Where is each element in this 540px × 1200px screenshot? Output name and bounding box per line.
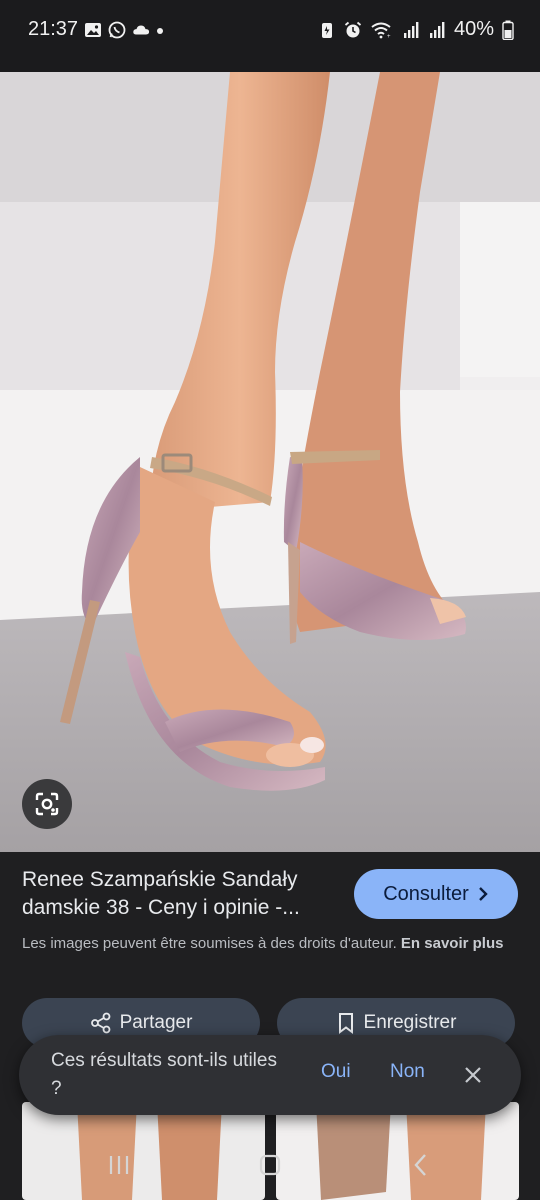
copyright-notice: Les images peuvent être soumises à des d… [22, 932, 522, 955]
chevron-right-icon [478, 887, 488, 901]
bookmark-icon [338, 1013, 353, 1034]
back-button[interactable] [401, 1150, 441, 1180]
gallery-icon [85, 23, 101, 37]
svg-text:+: + [387, 34, 391, 39]
feedback-no-button[interactable]: Non [390, 1061, 425, 1083]
feedback-question: Ces résultats sont-ils utiles ? [51, 1050, 277, 1099]
learn-more-link[interactable]: En savoir plus [401, 935, 504, 952]
close-icon[interactable] [461, 1063, 485, 1087]
cloud-icon [133, 25, 150, 35]
result-title[interactable]: Renee Szampańskie Sandały damskie 38 - C… [22, 866, 342, 922]
share-icon [90, 1012, 110, 1034]
system-navigation-bar [0, 1130, 540, 1200]
copyright-text: Les images peuvent être soumises à des d… [22, 935, 397, 952]
battery-percentage: 40% [453, 18, 494, 40]
sandal-photo [0, 72, 540, 852]
home-icon [259, 1154, 281, 1176]
share-label: Partager [119, 1012, 193, 1033]
visit-button[interactable]: Consulter [354, 869, 518, 919]
battery-saver-icon [321, 22, 332, 38]
result-image[interactable] [0, 72, 540, 852]
status-system-icons: + 40% [318, 18, 514, 41]
save-label: Enregistrer [363, 1012, 457, 1033]
feedback-prompt: Ces résultats sont-ils utiles ? Oui Non [19, 1035, 521, 1115]
alarm-icon [344, 21, 362, 37]
lens-icon [35, 792, 59, 816]
lens-search-button[interactable] [22, 779, 72, 829]
wifi-icon: + [371, 22, 391, 39]
signal-icon [403, 21, 419, 38]
whatsapp-icon [108, 21, 126, 39]
signal-icon [429, 21, 445, 38]
battery-icon [502, 20, 514, 40]
recent-apps-button[interactable] [99, 1150, 139, 1180]
dot-icon [157, 28, 163, 34]
back-icon [414, 1154, 426, 1176]
status-bar: 21:37 + 40% [0, 0, 540, 72]
feedback-yes-button[interactable]: Oui [321, 1061, 351, 1083]
recent-apps-icon [109, 1156, 129, 1174]
status-time: 21:37 [28, 18, 79, 40]
visit-label: Consulter [383, 882, 469, 905]
status-notification-icons [84, 21, 164, 39]
home-button[interactable] [250, 1150, 290, 1180]
